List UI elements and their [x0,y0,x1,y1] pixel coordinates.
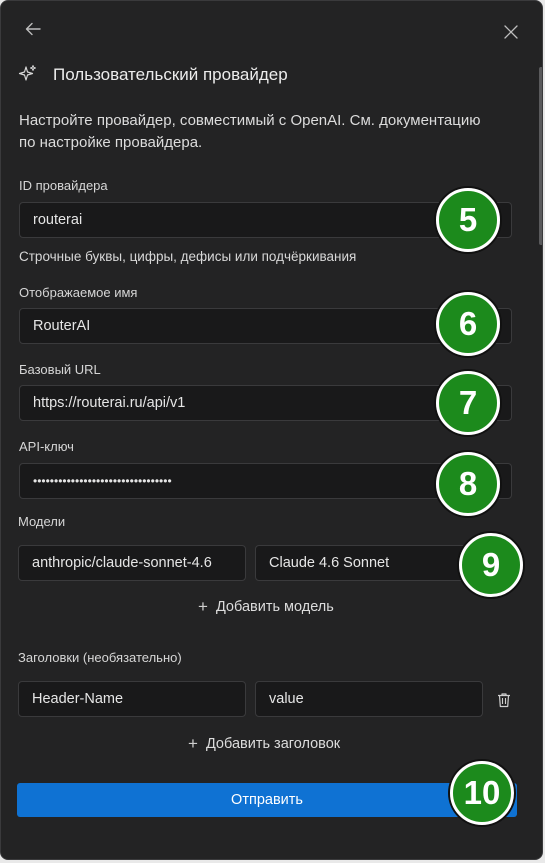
display-name-label: Отображаемое имя [19,285,138,300]
description-line-2: по настройке провайдера. [19,134,203,151]
model-id-input[interactable]: anthropic/claude-sonnet-4.6 [18,545,246,581]
model-name-input[interactable]: Claude 4.6 Sonnet [255,545,483,581]
step-badge: 10 [450,761,514,825]
dialog-title: Пользовательский провайдер [53,65,288,84]
add-model-button[interactable]: + Добавить модель [198,598,334,615]
trash-icon[interactable] [494,689,514,711]
add-header-label: Добавить заголовок [205,735,341,752]
step-badge: 7 [436,371,500,435]
header-value-input[interactable]: value [255,681,483,717]
header-name-input[interactable]: Header-Name [18,681,246,717]
provider-id-label: ID провайдера [19,178,108,193]
submit-button[interactable]: Отправить [17,783,517,817]
step-badge: 8 [436,452,500,516]
add-header-button[interactable]: + Добавить заголовок [188,735,340,752]
headers-label: Заголовки (необязательно) [18,650,182,665]
scrollbar[interactable] [539,67,542,245]
arrow-left-icon[interactable] [21,17,45,41]
description-line-1: Настройте провайдер, совместимый с OpenA… [19,112,481,129]
step-badge: 9 [459,533,523,597]
dialog-description: Настройте провайдер, совместимый с OpenA… [19,110,529,154]
plus-icon: + [198,597,208,616]
provider-id-hint: Строчные буквы, цифры, дефисы или подчёр… [19,249,357,264]
api-key-label: API-ключ [19,439,74,454]
close-icon[interactable] [499,20,523,44]
add-model-label: Добавить модель [215,598,334,615]
models-label: Модели [18,514,66,529]
step-badge: 6 [436,292,500,356]
step-badge: 5 [436,188,500,252]
sparkles-icon [18,64,38,84]
base-url-label: Базовый URL [19,362,101,377]
plus-icon: + [188,734,198,753]
